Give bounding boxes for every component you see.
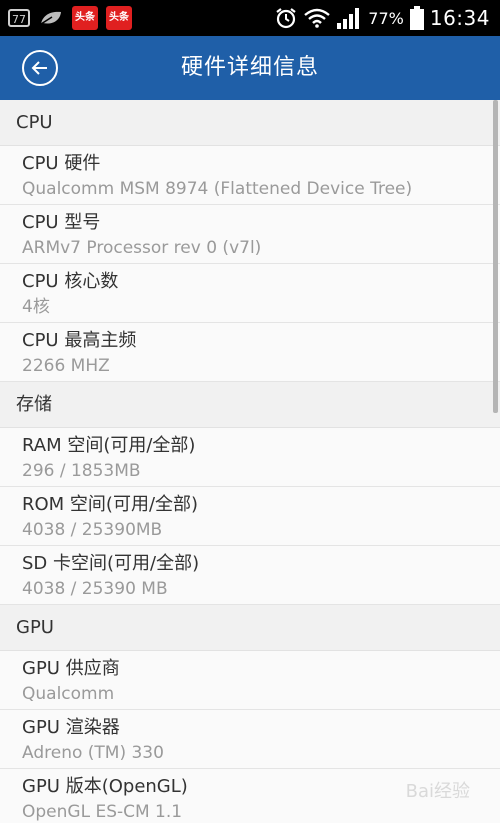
leaf-icon <box>40 11 61 25</box>
list-item-gpu-renderer[interactable]: GPU 渲染器 Adreno (TM) 330 <box>0 710 500 769</box>
notification-icons: 77 头条 头条 <box>8 6 132 30</box>
section-header-storage: 存储 <box>0 382 500 428</box>
item-label: CPU 型号 <box>22 212 101 233</box>
item-label: GPU 供应商 <box>22 658 120 679</box>
watermark: Bai经验 <box>405 781 470 802</box>
news-app-icon: 头条 <box>106 6 132 30</box>
item-value: 2266 MHZ <box>22 356 110 376</box>
list-item-cpu-model[interactable]: CPU 型号 ARMv7 Processor rev 0 (v7l) <box>0 205 500 264</box>
item-value: 4038 / 25390 MB <box>22 579 168 599</box>
list-item-ram[interactable]: RAM 空间(可用/全部) 296 / 1853MB <box>0 428 500 487</box>
item-value: Qualcomm <box>22 684 115 704</box>
item-label: GPU 渲染器 <box>22 717 120 738</box>
battery-icon <box>409 6 424 30</box>
page-title: 硬件详细信息 <box>180 55 319 80</box>
app-header: 硬件详细信息 <box>0 36 500 100</box>
list-item-sd-card[interactable]: SD 卡空间(可用/全部) 4038 / 25390 MB <box>0 546 500 605</box>
list-item-gpu-vendor[interactable]: GPU 供应商 Qualcomm <box>0 651 500 710</box>
item-value: Qualcomm MSM 8974 (Flattened Device Tree… <box>22 179 413 199</box>
status-bar: 77 头条 头条 77% 16:34 <box>0 0 500 36</box>
section-header-gpu: GPU <box>0 605 500 651</box>
item-value: Adreno (TM) 330 <box>22 743 164 763</box>
item-label: SD 卡空间(可用/全部) <box>22 553 200 574</box>
item-value: 4038 / 25390MB <box>22 520 163 540</box>
section-header-cpu: CPU <box>0 100 500 146</box>
notification-count-icon: 77 <box>8 9 30 27</box>
hardware-info-list[interactable]: CPU CPU 硬件 Qualcomm MSM 8974 (Flattened … <box>0 100 500 823</box>
item-label: CPU 硬件 <box>22 153 101 174</box>
item-value: ARMv7 Processor rev 0 (v7l) <box>22 238 262 258</box>
item-label: CPU 最高主频 <box>22 330 137 351</box>
system-indicators: 77% 16:34 <box>274 4 490 32</box>
list-item-rom[interactable]: ROM 空间(可用/全部) 4038 / 25390MB <box>0 487 500 546</box>
item-label: CPU 核心数 <box>22 271 119 292</box>
item-label: RAM 空间(可用/全部) <box>22 435 196 456</box>
alarm-icon <box>276 8 296 29</box>
news-app-icon: 头条 <box>72 6 98 30</box>
signal-icon <box>337 8 360 29</box>
clock: 16:34 <box>429 6 490 30</box>
item-label: ROM 空间(可用/全部) <box>22 494 199 515</box>
item-value: OpenGL ES-CM 1.1 <box>22 802 183 822</box>
list-item-cpu-hardware[interactable]: CPU 硬件 Qualcomm MSM 8974 (Flattened Devi… <box>0 146 500 205</box>
item-value: 296 / 1853MB <box>22 461 141 481</box>
battery-percent: 77% <box>368 8 404 28</box>
list-item-cpu-max-freq[interactable]: CPU 最高主频 2266 MHZ <box>0 323 500 382</box>
scrollbar[interactable] <box>493 100 498 413</box>
wifi-icon <box>304 8 331 28</box>
item-value: 4核 <box>22 297 50 317</box>
list-item-cpu-cores[interactable]: CPU 核心数 4核 <box>0 264 500 323</box>
